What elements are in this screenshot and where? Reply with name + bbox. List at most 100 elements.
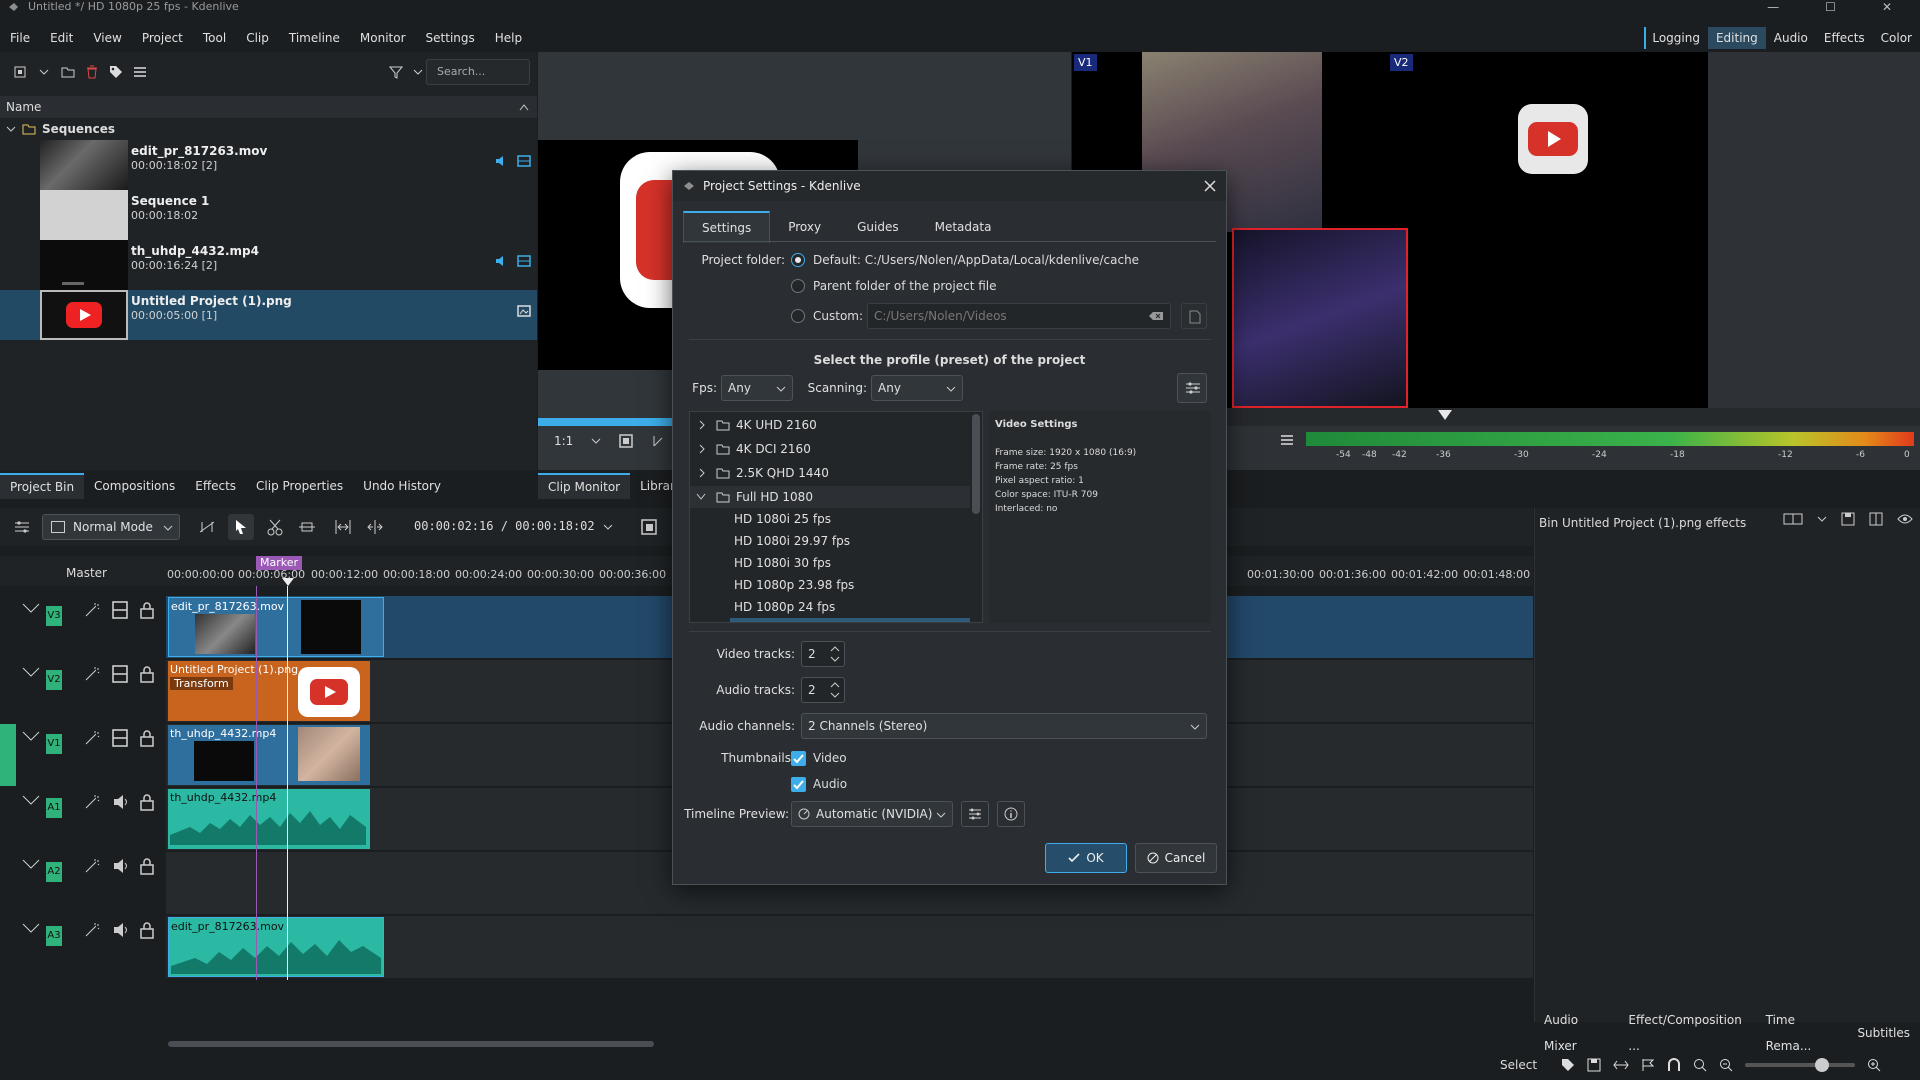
zoom-out-icon[interactable] (1719, 1058, 1733, 1072)
hide-track-icon[interactable] (112, 729, 128, 747)
menu-tool[interactable]: Tool (193, 26, 236, 50)
timeline-clip[interactable]: edit_pr_817263.mov (168, 917, 384, 977)
workspace-effects[interactable]: Effects (1816, 27, 1873, 49)
menu-icon[interactable] (130, 62, 150, 82)
minimize-icon[interactable]: — (1767, 0, 1779, 14)
timeline-view-icon[interactable] (640, 518, 658, 536)
tab-guides[interactable]: Guides (839, 212, 917, 242)
track-name[interactable]: V2 (46, 670, 62, 690)
mute-audio-icon[interactable] (112, 857, 130, 875)
tag-icon[interactable] (1561, 1058, 1575, 1072)
flag-icon[interactable] (1641, 1058, 1655, 1072)
zoom-select[interactable]: 1:1 (554, 434, 573, 448)
effects-wand-icon[interactable] (84, 858, 100, 874)
audio-tracks-spinbox[interactable]: 2 (801, 677, 845, 703)
chevron-down-icon[interactable] (6, 124, 16, 134)
effects-wand-icon[interactable] (84, 666, 100, 682)
folder-icon[interactable] (58, 62, 78, 82)
maximize-icon[interactable]: ☐ (1825, 0, 1836, 14)
zoom-in-icon[interactable] (1867, 1058, 1881, 1072)
bin-item[interactable]: th_uhdp_4432.mp4 00:00:16:24 [2] (0, 240, 537, 290)
browse-folder-button[interactable] (1181, 303, 1207, 329)
tag-icon[interactable] (106, 62, 126, 82)
audio-channels-select[interactable]: 2 Channels (Stereo) (801, 713, 1207, 739)
selected-profile-item[interactable] (730, 618, 970, 622)
bin-column-header[interactable]: Name (0, 96, 537, 118)
profile-item[interactable]: HD 1080p 24 fps (730, 596, 970, 618)
tab-subtitles[interactable]: Subtitles (1847, 1020, 1920, 1046)
effects-wand-icon[interactable] (84, 922, 100, 938)
spin-arrows-icon[interactable] (830, 681, 840, 699)
timeline-clip[interactable]: Untitled Project (1).png Transform (168, 661, 370, 721)
chevron-right-icon[interactable] (698, 420, 706, 430)
zoom-fit-icon[interactable] (1693, 1058, 1707, 1072)
eye-icon[interactable] (1897, 513, 1913, 525)
menu-file[interactable]: File (0, 26, 40, 50)
ok-button[interactable]: OK (1045, 843, 1127, 873)
effects-wand-icon[interactable] (84, 602, 100, 618)
collapse-track-icon[interactable] (22, 602, 40, 614)
bin-item-selected[interactable]: Untitled Project (1).png 00:00:05:00 [1] (0, 290, 537, 340)
video-tracks-spinbox[interactable]: 2 (801, 641, 845, 667)
workspace-editing[interactable]: Editing (1707, 27, 1766, 49)
profile-item[interactable]: HD 1080i 30 fps (730, 552, 970, 574)
chevron-right-icon[interactable] (698, 444, 706, 454)
mute-audio-icon[interactable] (112, 921, 130, 939)
chevron-down-icon[interactable] (1817, 514, 1827, 524)
effects-wand-icon[interactable] (84, 730, 100, 746)
monitor-menu-icon[interactable] (1280, 434, 1294, 446)
selection-tool-button[interactable] (228, 514, 254, 540)
compare-icon[interactable] (1783, 512, 1803, 526)
menu-monitor[interactable]: Monitor (350, 26, 416, 50)
slip-tool-icon[interactable] (298, 518, 316, 536)
timeline-preview-select[interactable]: Automatic (NVIDIA) (791, 801, 953, 827)
lock-icon[interactable] (140, 793, 154, 811)
filter-chevron-icon[interactable] (408, 62, 428, 82)
playhead-icon[interactable] (282, 578, 294, 588)
collapse-track-icon[interactable] (22, 858, 40, 870)
track-name[interactable]: A2 (46, 862, 62, 882)
bin-search-input[interactable]: Search... (426, 59, 530, 85)
fit-frame-icon[interactable] (619, 434, 634, 448)
thumbnails-video-checkbox[interactable] (791, 751, 806, 766)
workspace-logging[interactable]: Logging (1644, 27, 1708, 49)
preview-info-button[interactable] (997, 801, 1025, 827)
lock-icon[interactable] (140, 601, 154, 619)
lock-icon[interactable] (140, 921, 154, 939)
timeline-scrollbar[interactable] (168, 1041, 654, 1047)
track-name[interactable]: A1 (46, 798, 62, 818)
timeline-clip[interactable]: edit_pr_817263.mov (168, 597, 384, 657)
spacer-tool-icon[interactable] (198, 518, 216, 536)
track-name[interactable]: V3 (46, 606, 62, 626)
timeline-clip[interactable]: th_uhdp_4432.mp4 (168, 725, 370, 785)
track-name[interactable]: V1 (46, 734, 62, 754)
close-window-icon[interactable]: ✕ (1882, 0, 1892, 14)
bin-item[interactable]: edit_pr_817263.mov 00:00:18:02 [2] (0, 140, 537, 190)
delete-icon[interactable] (82, 62, 102, 82)
chevron-down-icon[interactable] (603, 522, 613, 532)
timeline-clip[interactable]: th_uhdp_4432.mp4 (168, 789, 370, 849)
collapse-track-icon[interactable] (22, 730, 40, 742)
track-settings-icon[interactable] (14, 520, 30, 534)
tab-project-bin[interactable]: Project Bin (0, 473, 85, 499)
save-effect-icon[interactable] (1841, 512, 1855, 526)
bin-item[interactable]: Sequence 1 00:00:18:02 (0, 190, 537, 240)
lock-icon[interactable] (140, 729, 154, 747)
custom-folder-input[interactable]: C:/Users/Nolen/Videos (867, 303, 1171, 329)
magnet-icon[interactable] (1667, 1058, 1681, 1072)
menu-help[interactable]: Help (485, 26, 532, 50)
transform-selection-box[interactable] (1232, 228, 1408, 408)
tab-metadata[interactable]: Metadata (917, 212, 1010, 242)
thumbnails-audio-checkbox[interactable] (791, 777, 806, 792)
add-clip-icon[interactable] (10, 62, 30, 82)
radio-custom-folder[interactable] (791, 309, 805, 323)
menu-view[interactable]: View (83, 26, 131, 50)
track-lane-a3[interactable]: edit_pr_817263.mov (166, 916, 1533, 978)
lock-icon[interactable] (140, 665, 154, 683)
save-icon[interactable] (1587, 1058, 1601, 1072)
playhead-icon[interactable] (1438, 410, 1452, 422)
radio-default-folder[interactable] (791, 253, 805, 267)
cancel-button[interactable]: Cancel (1135, 843, 1217, 873)
edit-mode-select[interactable]: Normal Mode (42, 514, 180, 540)
zoom-slider[interactable] (1745, 1058, 1856, 1072)
